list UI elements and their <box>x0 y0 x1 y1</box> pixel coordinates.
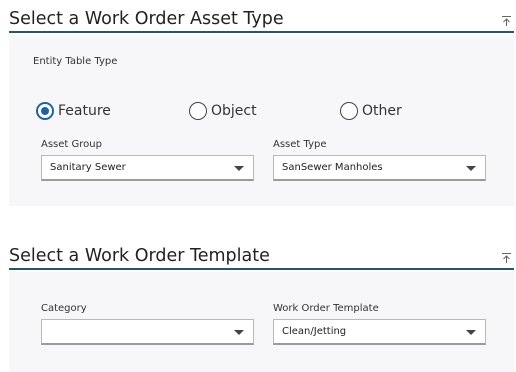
radio-feature[interactable]: Feature <box>36 101 111 121</box>
work-order-template-label: Work Order Template <box>273 303 379 314</box>
asset-type-section-title: Select a Work Order Asset Type <box>9 9 284 29</box>
chevron-down-icon <box>234 166 244 171</box>
work-order-template-select[interactable]: Clean/Jetting <box>273 319 486 345</box>
chevron-down-icon <box>234 330 244 335</box>
radio-object[interactable]: Object <box>189 101 257 121</box>
collapse-up-icon <box>502 253 511 263</box>
template-section-header: Select a Work Order Template <box>9 246 514 270</box>
template-section-title: Select a Work Order Template <box>9 246 270 266</box>
radio-other-label: Other <box>362 103 402 119</box>
radio-feature-label: Feature <box>58 103 111 119</box>
radio-feature-circle[interactable] <box>36 102 54 120</box>
radio-other[interactable]: Other <box>340 101 402 121</box>
asset-type-value: SanSewer Manholes <box>282 162 383 173</box>
asset-type-select[interactable]: SanSewer Manholes <box>273 155 486 181</box>
chevron-down-icon <box>466 330 476 335</box>
chevron-down-icon <box>466 166 476 171</box>
template-panel: Category Work Order Template Clean/Jetti… <box>9 272 514 372</box>
collapse-up-icon <box>502 16 511 26</box>
category-select[interactable] <box>41 319 254 345</box>
asset-type-label: Asset Type <box>273 139 327 150</box>
entity-table-type-label: Entity Table Type <box>33 56 118 67</box>
asset-type-panel: Entity Table Type Feature Object Other A… <box>9 35 514 206</box>
radio-other-circle[interactable] <box>340 102 358 120</box>
asset-type-section-header: Select a Work Order Asset Type <box>9 9 514 33</box>
radio-object-label: Object <box>211 103 257 119</box>
asset-group-label: Asset Group <box>41 139 102 150</box>
radio-object-circle[interactable] <box>189 102 207 120</box>
asset-group-select[interactable]: Sanitary Sewer <box>41 155 254 181</box>
collapse-asset-type-button[interactable] <box>501 14 512 26</box>
collapse-template-button[interactable] <box>501 251 512 263</box>
asset-group-value: Sanitary Sewer <box>50 162 126 173</box>
category-label: Category <box>41 303 87 314</box>
work-order-template-value: Clean/Jetting <box>282 326 347 337</box>
